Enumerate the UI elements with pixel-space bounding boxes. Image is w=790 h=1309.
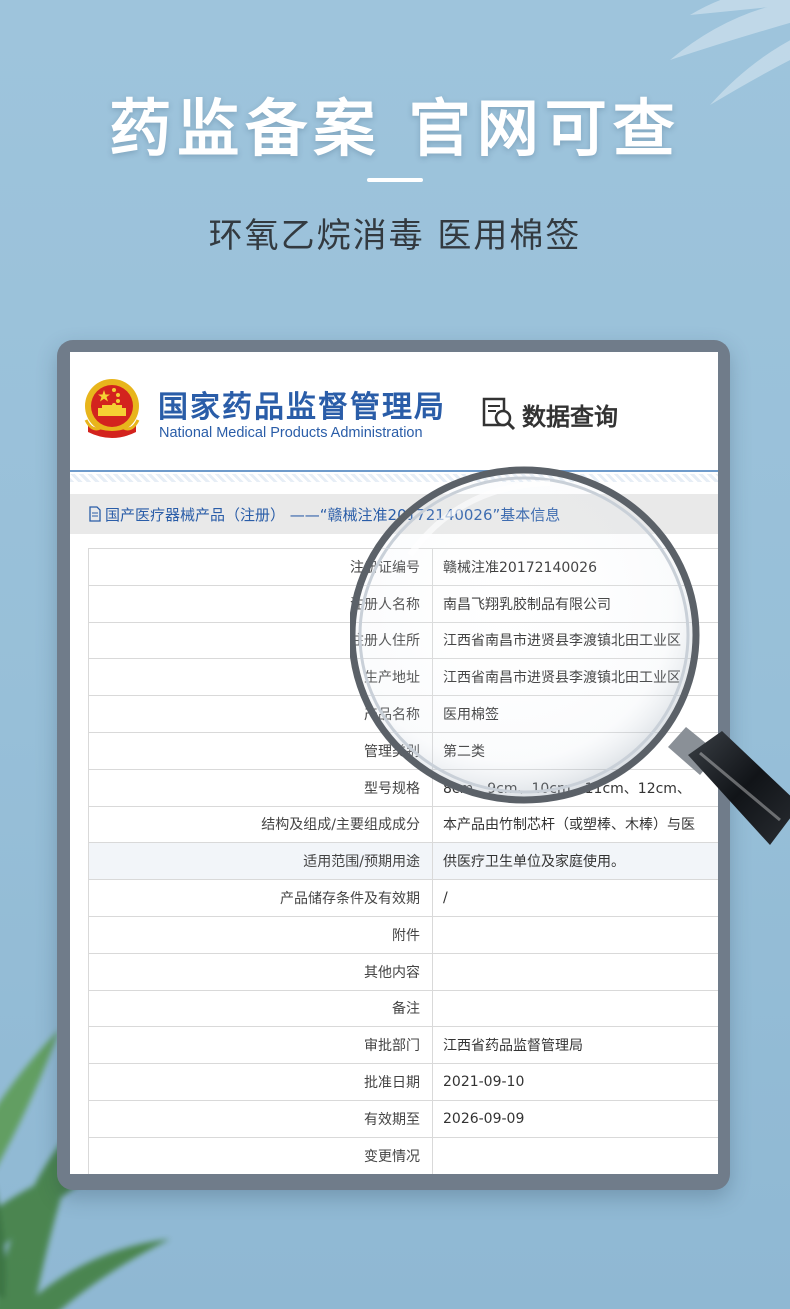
field-label: 有效期至: [88, 1099, 433, 1138]
table-row: 产品名称 医用棉签: [88, 695, 718, 733]
table-row: 附件: [88, 915, 718, 954]
field-value: [432, 915, 718, 954]
table-row: 备注: [88, 989, 718, 1028]
table-row: 变更情况: [88, 1136, 718, 1174]
field-label: 附件: [88, 915, 433, 954]
field-label: 注册人名称: [88, 584, 433, 623]
site-header: 国家药品监督管理局 National Medical Products Admi…: [70, 352, 718, 472]
registration-info-table: 注册证编号 赣械注准20172140026 注册人名称 南昌飞翔乳胶制品有限公司 注册人…: [88, 548, 718, 1174]
header-stripe: [70, 474, 718, 482]
field-label: 注册证编号: [88, 548, 433, 586]
field-label: 型号规格: [88, 768, 433, 807]
field-value: [432, 1136, 718, 1174]
field-label: 生产地址: [88, 658, 433, 697]
subline: 环氧乙烷消毒 医用棉签: [208, 216, 582, 256]
data-query-label: 数据查询: [522, 402, 618, 431]
agency-name-en: National Medical Products Administration: [159, 425, 423, 441]
field-value: 江西省南昌市进贤县李渡镇北田工业区: [432, 621, 718, 660]
headline: 药监备案 官网可查: [109, 92, 681, 165]
field-label: 审批部门: [88, 1026, 433, 1065]
field-value: 南昌飞翔乳胶制品有限公司: [432, 584, 718, 623]
table-row: 有效期至 2026-09-09: [88, 1099, 718, 1138]
field-label: 变更情况: [88, 1136, 433, 1174]
table-row: 注册证编号 赣械注准20172140026: [88, 548, 718, 586]
field-value: 医用棉签: [432, 695, 718, 733]
table-row: 其他内容: [88, 952, 718, 991]
table-row: 管理类别 第二类: [88, 731, 718, 770]
field-value: [432, 952, 718, 991]
field-label: 产品储存条件及有效期: [88, 879, 433, 917]
table-row: 结构及组成/主要组成成分 本产品由竹制芯杆（或塑棒、木棒）与医: [88, 805, 718, 844]
data-query-link[interactable]: 数据查询: [480, 394, 618, 434]
field-label: 适用范围/预期用途: [88, 842, 433, 881]
table-row: 产品储存条件及有效期 /: [88, 879, 718, 917]
website-screen: 国家药品监督管理局 National Medical Products Admi…: [70, 352, 718, 1174]
field-label: 结构及组成/主要组成成分: [88, 805, 433, 844]
field-value: 2026-09-09: [432, 1099, 718, 1138]
headline-divider: [367, 178, 423, 182]
document-icon: [89, 506, 101, 522]
table-row: 注册人住所 江西省南昌市进贤县李渡镇北田工业区: [88, 621, 718, 660]
table-row: 审批部门 江西省药品监督管理局: [88, 1026, 718, 1065]
national-emblem-icon: [84, 379, 140, 438]
field-value: [432, 989, 718, 1028]
field-value: 第二类: [432, 731, 718, 770]
field-value: 供医疗卫生单位及家庭使用。: [432, 842, 718, 881]
table-row: 批准日期 2021-09-10: [88, 1063, 718, 1101]
data-search-icon: [482, 397, 516, 431]
breadcrumb-text: 国产医疗器械产品（注册） ——“赣械注准20172140026”基本信息: [105, 505, 561, 524]
field-value: 2021-09-10: [432, 1063, 718, 1101]
field-value: 赣械注准20172140026: [432, 548, 718, 586]
field-label: 备注: [88, 989, 433, 1028]
table-row: 型号规格 8cm、9cm、10cm、11cm、12cm、: [88, 768, 718, 807]
table-row: 注册人名称 南昌飞翔乳胶制品有限公司: [88, 584, 718, 623]
field-value: 江西省南昌市进贤县李渡镇北田工业区: [432, 658, 718, 697]
table-row: 生产地址 江西省南昌市进贤县李渡镇北田工业区: [88, 658, 718, 697]
field-label: 管理类别: [88, 731, 433, 770]
field-label: 批准日期: [88, 1063, 433, 1101]
field-label: 其他内容: [88, 952, 433, 991]
table-row: 适用范围/预期用途 供医疗卫生单位及家庭使用。: [88, 842, 718, 881]
field-value: 江西省药品监督管理局: [432, 1026, 718, 1065]
field-value: /: [432, 879, 718, 917]
field-value: 8cm、9cm、10cm、11cm、12cm、: [432, 768, 718, 807]
field-label: 注册人住所: [88, 621, 433, 660]
agency-name-cn: 国家药品监督管理局: [158, 390, 446, 425]
field-label: 产品名称: [88, 695, 433, 733]
field-value: 本产品由竹制芯杆（或塑棒、木棒）与医: [432, 805, 718, 844]
breadcrumb: 国产医疗器械产品（注册） ——“赣械注准20172140026”基本信息: [70, 494, 718, 534]
